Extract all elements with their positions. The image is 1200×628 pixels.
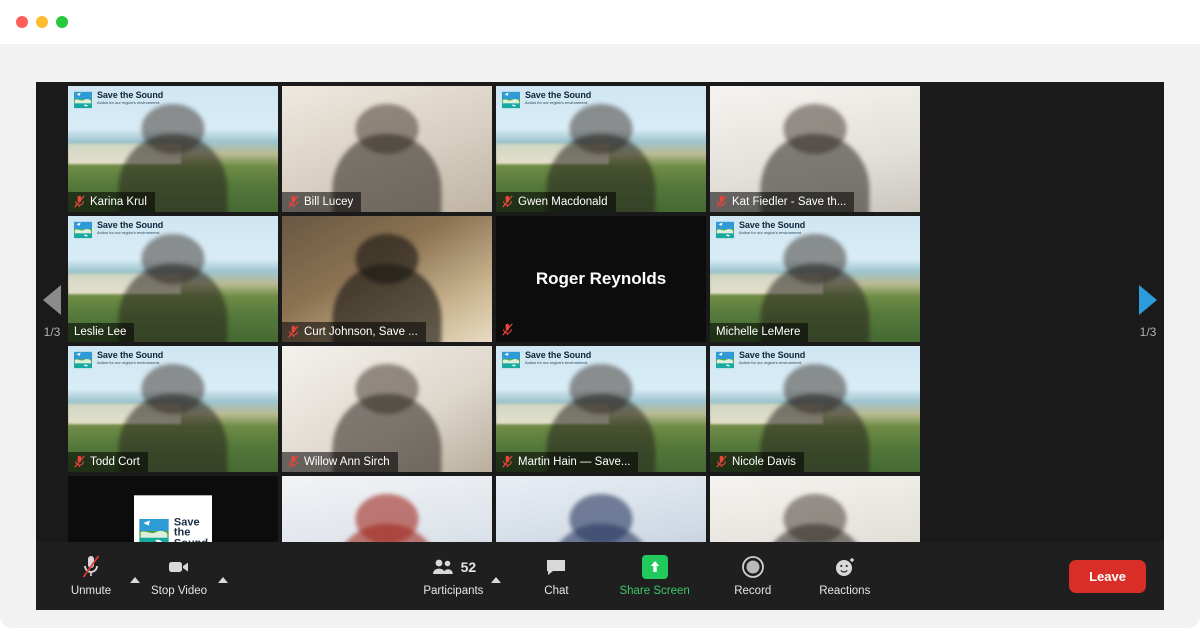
share-screen-up-arrow-icon [641,554,668,580]
share-screen-button[interactable]: Share Screen [611,554,697,598]
participant-name-badge: Nicole Davis [710,452,804,472]
zoom-meeting-app: 1/3 Save the Sound Action for our region'… [36,82,1164,610]
chat-button[interactable]: Chat [519,554,593,598]
participant-tile[interactable]: Bill Lucey [282,86,492,212]
participant-tile[interactable]: Save the Sound Action for our region's en… [710,216,920,342]
participant-tile[interactable]: Save the Sound Action for our region's en… [68,216,278,342]
smiley-plus-icon [833,554,857,580]
participant-name: Martin Hain — Save... [518,455,631,468]
audio-options-caret-icon[interactable] [130,577,140,583]
participant-name-badge: Curt Johnson, Save ... [282,322,426,342]
participant-name: Kat Fiedler - Save th... [732,195,847,208]
record-button[interactable]: Record [716,554,790,598]
chevron-right-icon[interactable] [1139,285,1157,315]
participant-name-badge: Todd Cort [68,452,148,472]
window-titlebar [0,0,1200,44]
participant-name-badge: Kat Fiedler - Save th... [710,192,855,212]
participant-name: Curt Johnson, Save ... [304,325,418,338]
microphone-muted-icon [74,455,85,468]
participant-name-centered: Roger Reynolds [535,269,667,288]
meeting-toolbar: Unmute Stop Video 52 Participants Chat S… [36,542,1164,610]
record-circle-icon [741,554,765,580]
stop-video-button[interactable]: Stop Video [142,554,216,598]
video-options-caret-icon[interactable] [218,577,228,583]
toolbar-right-group: Leave [1069,559,1164,593]
participant-name-badge: Willow Ann Sirch [282,452,398,472]
microphone-muted-icon [502,323,513,336]
leave-meeting-button[interactable]: Leave [1069,559,1146,593]
participant-name: Nicole Davis [732,455,796,468]
participants-count: 52 [460,559,477,576]
participant-tile[interactable]: SavetheSoundAction for our region's envi… [68,476,278,542]
participant-tile[interactable]: Kat Fiedler - Save th... [710,86,920,212]
participant-name: Gwen Macdonald [518,195,608,208]
microphone-muted-icon [288,195,299,208]
participant-name: Todd Cort [90,455,140,468]
participant-tile[interactable] [710,476,920,542]
unmute-label: Unmute [70,585,112,598]
maximize-window-button[interactable] [56,16,68,28]
microphone-muted-icon [502,455,513,468]
participant-tile[interactable]: Save the Sound Action for our region's en… [496,86,706,212]
participant-tile[interactable]: Save the Sound Action for our region's en… [496,346,706,472]
participant-name: Karina Krul [90,195,147,208]
close-window-button[interactable] [16,16,28,28]
participants-label: Participants [423,585,484,598]
participant-name: Bill Lucey [304,195,354,208]
camera-icon [166,554,192,580]
participant-tile[interactable]: Willow Ann Sirch [282,346,492,472]
participant-name-badge: Gwen Macdonald [496,192,616,212]
toolbar-center-group: 52 Participants Chat Share Screen Record… [415,554,881,598]
microphone-muted-icon [288,325,299,338]
reactions-button[interactable]: Reactions [808,554,882,598]
stop-video-label: Stop Video [150,585,208,598]
participant-tile[interactable]: Save the Sound Action for our region's en… [68,86,278,212]
page-indicator-left: 1/3 [43,325,61,339]
participants-options-caret-icon[interactable] [491,577,502,583]
gallery-view: 1/3 Save the Sound Action for our region'… [36,82,1164,542]
minimize-window-button[interactable] [36,16,48,28]
chat-bubble-icon [544,554,568,580]
toolbar-left-group: Unmute Stop Video [36,554,228,598]
chevron-left-icon[interactable] [43,285,61,315]
microphone-muted-icon [74,195,85,208]
microphone-muted-icon [288,455,299,468]
participant-tile[interactable]: Curt Johnson, Save ... [282,216,492,342]
participant-tile[interactable]: Roger Reynolds [496,216,706,342]
participant-tile[interactable]: Janet Lewis [282,476,492,542]
microphone-muted-icon [81,554,101,580]
share-screen-label: Share Screen [619,585,690,598]
participant-name-badge: Bill Lucey [282,192,362,212]
page-indicator-right: 1/3 [1139,325,1157,339]
participant-name-badge: Michelle LeMere [710,323,809,342]
participant-name-badge: Karina Krul [68,192,155,212]
reactions-label: Reactions [819,585,871,598]
record-label: Record [734,585,772,598]
previous-page-control[interactable]: 1/3 [36,82,68,542]
participant-name: Willow Ann Sirch [304,455,390,468]
people-icon: 52 [431,554,477,580]
microphone-muted-icon [716,455,727,468]
unmute-button[interactable]: Unmute [54,554,128,598]
participant-logo-avatar: SavetheSoundAction for our region's envi… [134,495,212,542]
chat-label: Chat [544,585,569,598]
participant-name: Michelle LeMere [716,326,801,338]
participant-name-badge: Leslie Lee [68,323,135,342]
next-page-control[interactable]: 1/3 [1132,82,1164,542]
microphone-muted-icon [502,195,513,208]
participant-tile[interactable]: Kim Alexander [496,476,706,542]
participant-tile[interactable]: Save the Sound Action for our region's en… [68,346,278,472]
participant-name-badge: Martin Hain — Save... [496,452,639,472]
participant-tile[interactable]: Save the Sound Action for our region's en… [710,346,920,472]
zoom-window: 1/3 Save the Sound Action for our region'… [0,0,1200,628]
participants-button[interactable]: 52 Participants [415,554,491,598]
participant-name: Leslie Lee [74,326,127,338]
participant-grid: Save the Sound Action for our region's en… [68,86,1132,542]
microphone-muted-icon [716,195,727,208]
